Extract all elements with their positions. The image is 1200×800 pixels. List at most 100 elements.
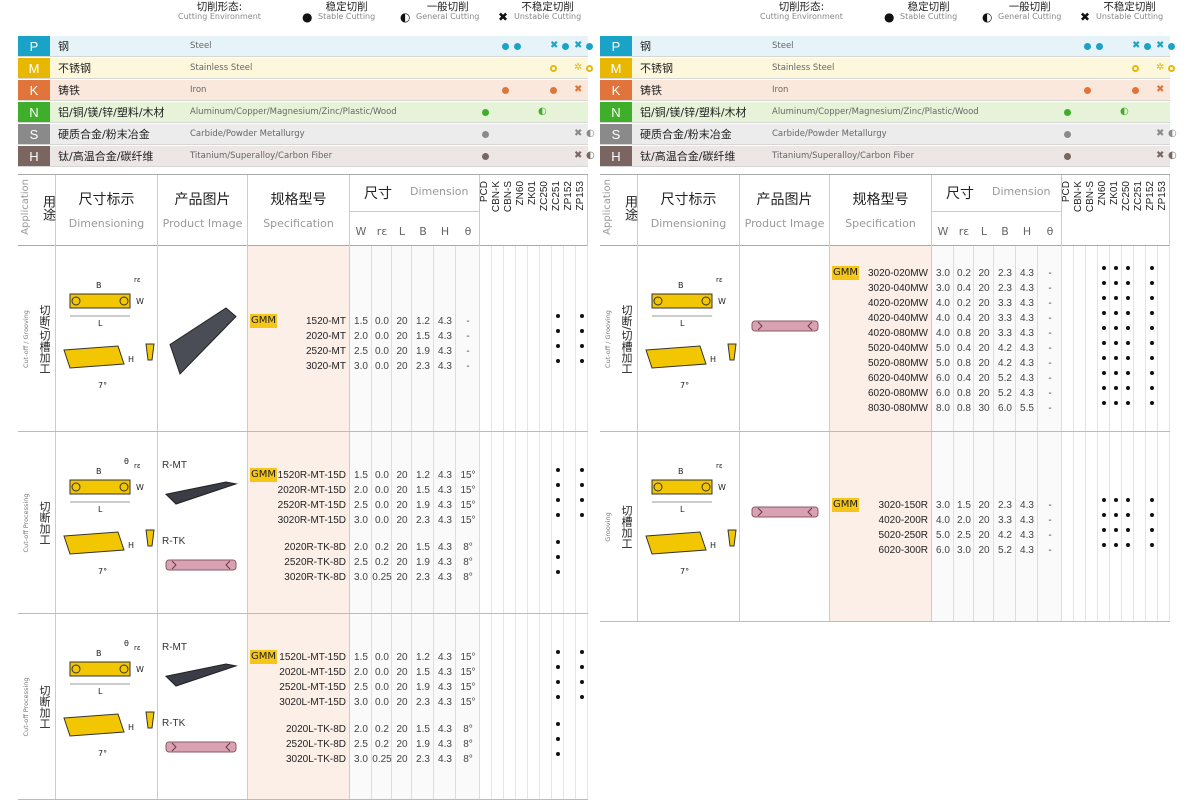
header-application-en: Application [602,179,613,235]
spec-value: 20 [396,331,408,342]
grade-mark-icon [562,40,569,56]
grade-dot [1102,513,1106,517]
grade-dot [1126,281,1130,285]
material-name-zh: 硬质合金/粉末冶金 [58,128,150,141]
spec-value: 1.5 [957,500,971,511]
spec-value: - [1048,545,1052,556]
spec-value: 5.5 [1020,403,1034,414]
header-application-zh: 用途 [40,195,55,221]
grade-mark-icon: ✖ [574,128,583,139]
product-section-2: Cut-off Processing 切断加工 L B W rε θ H 7° R-… [18,614,588,800]
header-size-zh: 尺寸 [946,186,974,202]
spec-value: 8° [463,754,473,765]
spec-row: 6020-080MW 6.0 0.8 20 5.2 4.3 - [600,386,1170,401]
material-letter: S [18,124,50,144]
material-letter: S [600,124,632,144]
spec-value: 2.0 [957,515,971,526]
grade-dot [556,752,560,756]
spec-value: 3.0 [354,572,368,583]
cutting-environment-legend: 切削形态: Cutting Environment ● 稳定切削 Stable Cutt… [178,1,588,34]
header-dimension-divider [932,211,1062,212]
grade-dot [1102,356,1106,360]
spec-model: 5020-040MW [867,343,928,354]
grade-dot [556,344,560,348]
material-letter: P [18,36,50,56]
spec-value: 20 [396,572,408,583]
grade-dot [556,468,560,472]
spec-value: 4.3 [438,346,452,357]
spec-model: 3020R-MT-15D [277,515,346,526]
legend-unstable: 不稳定切削 Unstable Cutting [514,1,581,21]
grade-mark-icon [1168,62,1175,78]
spec-value: 4.3 [1020,530,1034,541]
material-name-zh: 钢 [640,40,651,53]
legend-env: 切削形态: Cutting Environment [178,1,261,21]
legend-general-en: General Cutting [416,12,480,22]
spec-value: 20 [978,343,990,354]
spec-value: 15° [460,485,476,496]
grade-dot [1150,266,1154,270]
spec-value: 3.3 [998,313,1012,324]
svg-text:7°: 7° [680,567,689,576]
header-spec-zh: 规格型号 [852,192,909,208]
spec-value: 2.5 [354,682,368,693]
spec-value: 20 [396,542,408,553]
material-row-k: K 铸铁 Iron ✖ [18,80,588,101]
header-grade-zn60: ZN60 [515,181,526,206]
material-grade-marks: ✖ ✖ [480,36,593,56]
spec-value: 0.0 [375,331,389,342]
header-grade-zk01: ZK01 [1109,181,1120,205]
spec-value: 0.0 [375,470,389,481]
spec-row: 2520L-MT-15D 2.5 0.0 20 1.9 4.3 15° [18,680,588,695]
spec-value: 0.2 [375,724,389,735]
spec-value: 1.2 [416,652,430,663]
header-dim-0: W [937,225,949,238]
spec-value: 6.0 [936,545,950,556]
material-name-en: Steel [772,41,794,51]
spec-value: 3.0 [957,545,971,556]
spec-model: 2020L-MT-15D [279,667,346,678]
grade-mark-icon [586,40,593,56]
header-spec: 规格型号 Specification [248,175,350,247]
grade-mark-icon: ✖ [1156,128,1165,139]
spec-value: 1.5 [416,331,430,342]
spec-value: - [1048,358,1052,369]
spec-value: 0.4 [957,283,971,294]
spec-row: 4020-020MW 4.0 0.2 20 3.3 4.3 - [600,296,1170,311]
grade-mark-icon [502,40,509,56]
material-name-en: Stainless Steel [190,63,253,73]
material-letter: K [600,80,632,100]
legend-stable-en: Stable Cutting [318,12,376,22]
product-section-0: Cut-off / Grooving 切断/切槽加工 L B W rε H 7° G… [18,246,588,432]
legend-unstable: 不稳定切削 Unstable Cutting [1096,1,1163,21]
grade-mark-icon: ✖ [574,150,583,161]
spec-value: 15° [460,697,476,708]
spec-value: 15° [460,682,476,693]
grade-dot [1150,311,1154,315]
spec-value: 3.3 [998,298,1012,309]
material-grade-marks: ✖ [1062,80,1170,100]
header-img: 产品图片 Product Image [158,175,248,247]
grade-dot [556,513,560,517]
spec-model: 3020R-TK-8D [284,572,346,583]
spec-value: 0.4 [957,373,971,384]
grade-dot [1126,356,1130,360]
spec-model: 5020-080MW [867,358,928,369]
spec-value: 4.3 [438,515,452,526]
header-dim-3: B [419,225,427,238]
grade-mark-icon [1064,128,1071,144]
spec-row: 3020-020MW 3.0 0.2 20 2.3 4.3 - [600,266,1170,281]
material-name-en: Titanium/Superalloy/Carbon Fiber [772,151,915,161]
material-letter: M [600,58,632,78]
spec-model: 3020-040MW [867,283,928,294]
spec-value: 0.8 [957,403,971,414]
spec-value: - [1048,388,1052,399]
material-row-n: N 铝/铜/镁/锌/塑料/木材 Aluminum/Copper/Magnesium/… [18,102,588,123]
spec-row: 2520R-MT-15D 2.5 0.0 20 1.9 4.3 15° [18,498,588,513]
spec-value: - [1048,515,1052,526]
spec-value: 20 [396,754,408,765]
spec-value: 4.3 [438,485,452,496]
material-row-m: M 不锈钢 Stainless Steel ✲ [600,58,1175,79]
grade-dot [556,570,560,574]
spec-value: 5.0 [936,343,950,354]
